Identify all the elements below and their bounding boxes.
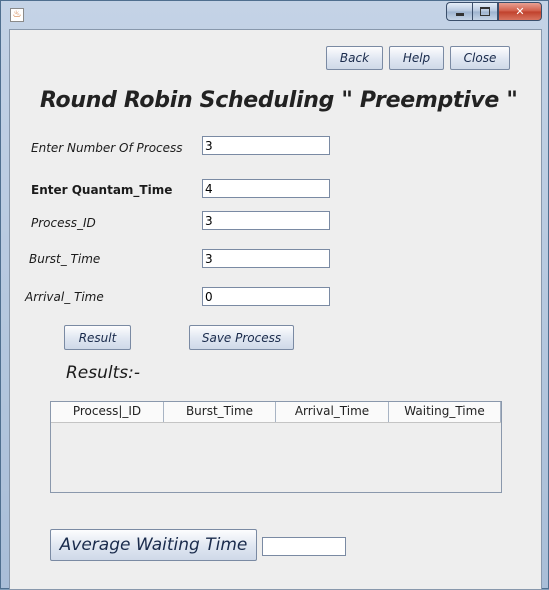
num-process-field[interactable] — [202, 136, 330, 155]
main-panel: Back Help Close Round Robin Scheduling "… — [9, 29, 542, 590]
result-button[interactable]: Result — [64, 325, 131, 350]
num-process-label: Enter Number Of Process — [31, 141, 183, 155]
burst-time-label: Burst_ Time — [29, 252, 101, 266]
window-controls: ✕ — [446, 2, 542, 21]
close-icon: ✕ — [515, 5, 525, 18]
window-close-button[interactable]: ✕ — [498, 2, 542, 21]
arrival-time-label: Arrival_ Time — [25, 290, 104, 304]
save-process-button[interactable]: Save Process — [189, 325, 294, 350]
column-header-process-id[interactable]: Process|_ID — [51, 402, 164, 422]
burst-time-field[interactable] — [202, 249, 330, 268]
help-button[interactable]: Help — [389, 46, 444, 70]
maximize-button[interactable] — [472, 2, 498, 21]
back-button[interactable]: Back — [326, 46, 383, 70]
close-button[interactable]: Close — [450, 46, 510, 70]
minimize-icon — [455, 13, 464, 16]
title-bar[interactable]: ♨ ✕ — [1, 1, 548, 29]
quantum-field[interactable] — [202, 179, 330, 198]
quantum-label: Enter Quantam_Time — [31, 183, 173, 197]
column-header-burst-time[interactable]: Burst_Time — [164, 402, 276, 422]
average-waiting-time-field[interactable] — [262, 537, 346, 556]
arrival-time-field[interactable] — [202, 287, 330, 306]
java-cup-icon: ♨ — [10, 8, 24, 22]
process-id-label: Process_ID — [31, 216, 96, 230]
app-window: ♨ ✕ Back Help Close Round Robin Scheduli… — [0, 0, 549, 590]
results-table[interactable]: Process|_ID Burst_Time Arrival_Time Wait… — [50, 401, 502, 493]
page-title: Round Robin Scheduling " Preemptive " — [40, 88, 518, 113]
average-waiting-time-button[interactable]: Average Waiting Time — [50, 529, 257, 561]
column-header-arrival-time[interactable]: Arrival_Time — [276, 402, 389, 422]
minimize-button[interactable] — [446, 2, 472, 21]
table-header: Process|_ID Burst_Time Arrival_Time Wait… — [51, 402, 501, 423]
process-id-field[interactable] — [202, 211, 330, 230]
results-heading: Results:- — [66, 363, 141, 383]
maximize-icon — [480, 7, 490, 16]
column-header-waiting-time[interactable]: Waiting_Time — [389, 402, 501, 422]
